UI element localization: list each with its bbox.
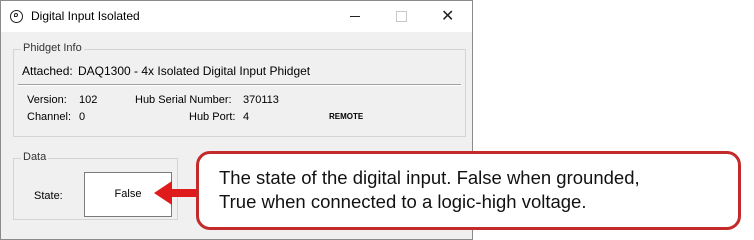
callout-line-1: The state of the digital input. False wh…	[219, 167, 640, 188]
minimize-button[interactable]	[332, 1, 378, 32]
callout-arrow-icon	[154, 181, 172, 205]
channel-value: 0	[79, 111, 86, 123]
close-button[interactable]: ✕	[424, 1, 470, 32]
hub-serial-label: Hub Serial Number:	[135, 94, 232, 106]
attached-value: DAQ1300 - 4x Isolated Digital Input Phid…	[78, 64, 311, 78]
hub-serial-value: 370113	[243, 94, 279, 106]
phidgets-logo-icon	[10, 10, 23, 23]
callout-arrow-shaft	[170, 189, 196, 197]
close-icon: ✕	[441, 8, 455, 25]
remote-badge: REMOTE	[329, 112, 364, 121]
attached-label: Attached:	[22, 64, 73, 78]
state-label: State:	[34, 190, 63, 202]
separator	[18, 84, 461, 86]
window-title: Digital Input Isolated	[31, 9, 140, 23]
version-value: 102	[79, 94, 98, 106]
phidget-info-legend: Phidget Info	[21, 42, 84, 54]
title-bar[interactable]: Digital Input Isolated ✕	[1, 1, 472, 32]
phidget-info-group: Phidget Info Attached: DAQ1300 - 4x Isol…	[13, 42, 466, 137]
callout-text: The state of the digital input. False wh…	[219, 166, 729, 214]
channel-label: Channel:	[27, 111, 72, 123]
hub-port-label: Hub Port:	[189, 111, 236, 123]
maximize-button[interactable]	[378, 1, 424, 32]
hub-port-value: 4	[243, 111, 250, 123]
data-legend: Data	[21, 151, 49, 163]
version-label: Version:	[27, 94, 67, 106]
callout-line-2: True when connected to a logic-high volt…	[219, 191, 587, 212]
callout-box: The state of the digital input. False wh…	[196, 151, 741, 230]
